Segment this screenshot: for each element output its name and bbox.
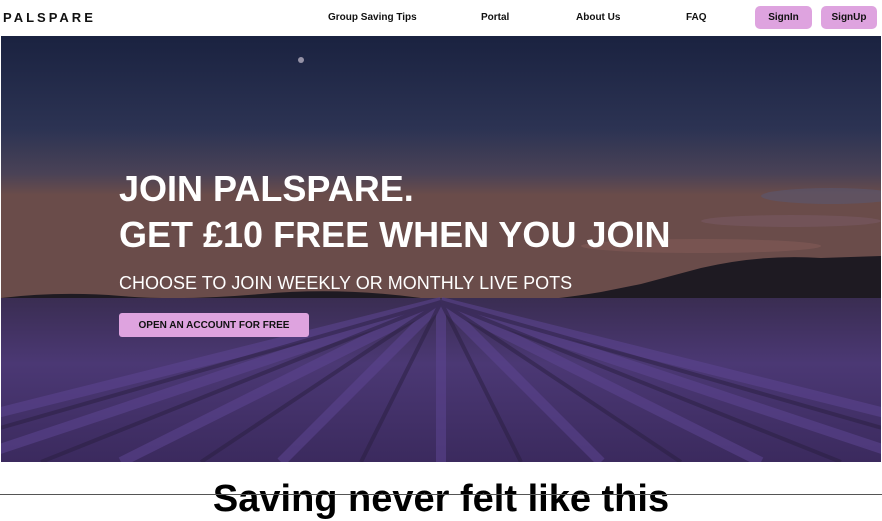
logo[interactable]: PALSPARE (3, 10, 96, 25)
nav-link-portal[interactable]: Portal (481, 12, 509, 23)
signup-button[interactable]: SignUp (821, 6, 877, 29)
divider (0, 494, 882, 495)
hero-title-line-1: JOIN PALSPARE. (119, 168, 414, 209)
section-heading: Saving never felt like this (212, 478, 670, 520)
nav-link-about-us[interactable]: About Us (576, 12, 620, 23)
hero-title: JOIN PALSPARE. GET £10 FREE WHEN YOU JOI… (119, 166, 670, 258)
nav-link-faq[interactable]: FAQ (686, 12, 707, 23)
top-navigation-bar: PALSPARE Group Saving Tips Portal About … (0, 0, 882, 36)
open-account-button[interactable]: OPEN AN ACCOUNT FOR FREE (119, 313, 309, 337)
hero-subtitle: CHOOSE TO JOIN WEEKLY OR MONTHLY LIVE PO… (119, 273, 573, 293)
nav-link-group-saving-tips[interactable]: Group Saving Tips (328, 12, 417, 23)
hero-banner: JOIN PALSPARE. GET £10 FREE WHEN YOU JOI… (1, 36, 881, 462)
signin-button[interactable]: SignIn (755, 6, 812, 29)
hero-title-line-2: GET £10 FREE WHEN YOU JOIN (119, 214, 671, 255)
